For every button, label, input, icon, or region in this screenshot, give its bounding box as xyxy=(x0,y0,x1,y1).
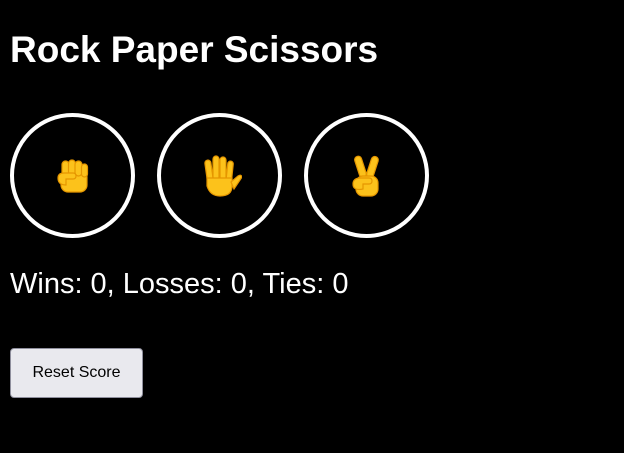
scissors-button[interactable] xyxy=(304,113,429,238)
move-buttons xyxy=(10,113,451,238)
paper-button[interactable] xyxy=(157,113,282,238)
score-display: Wins: 0, Losses: 0, Ties: 0 xyxy=(10,268,349,300)
rock-button[interactable] xyxy=(10,113,135,238)
reset-score-button[interactable]: Reset Score xyxy=(10,348,143,398)
raised-fist-icon xyxy=(53,156,93,196)
victory-hand-icon xyxy=(347,154,387,198)
raised-hand-icon xyxy=(198,154,242,198)
game-page: Rock Paper Scissors Wins: 0, Losses: 0, … xyxy=(0,0,624,453)
page-title: Rock Paper Scissors xyxy=(10,29,379,70)
